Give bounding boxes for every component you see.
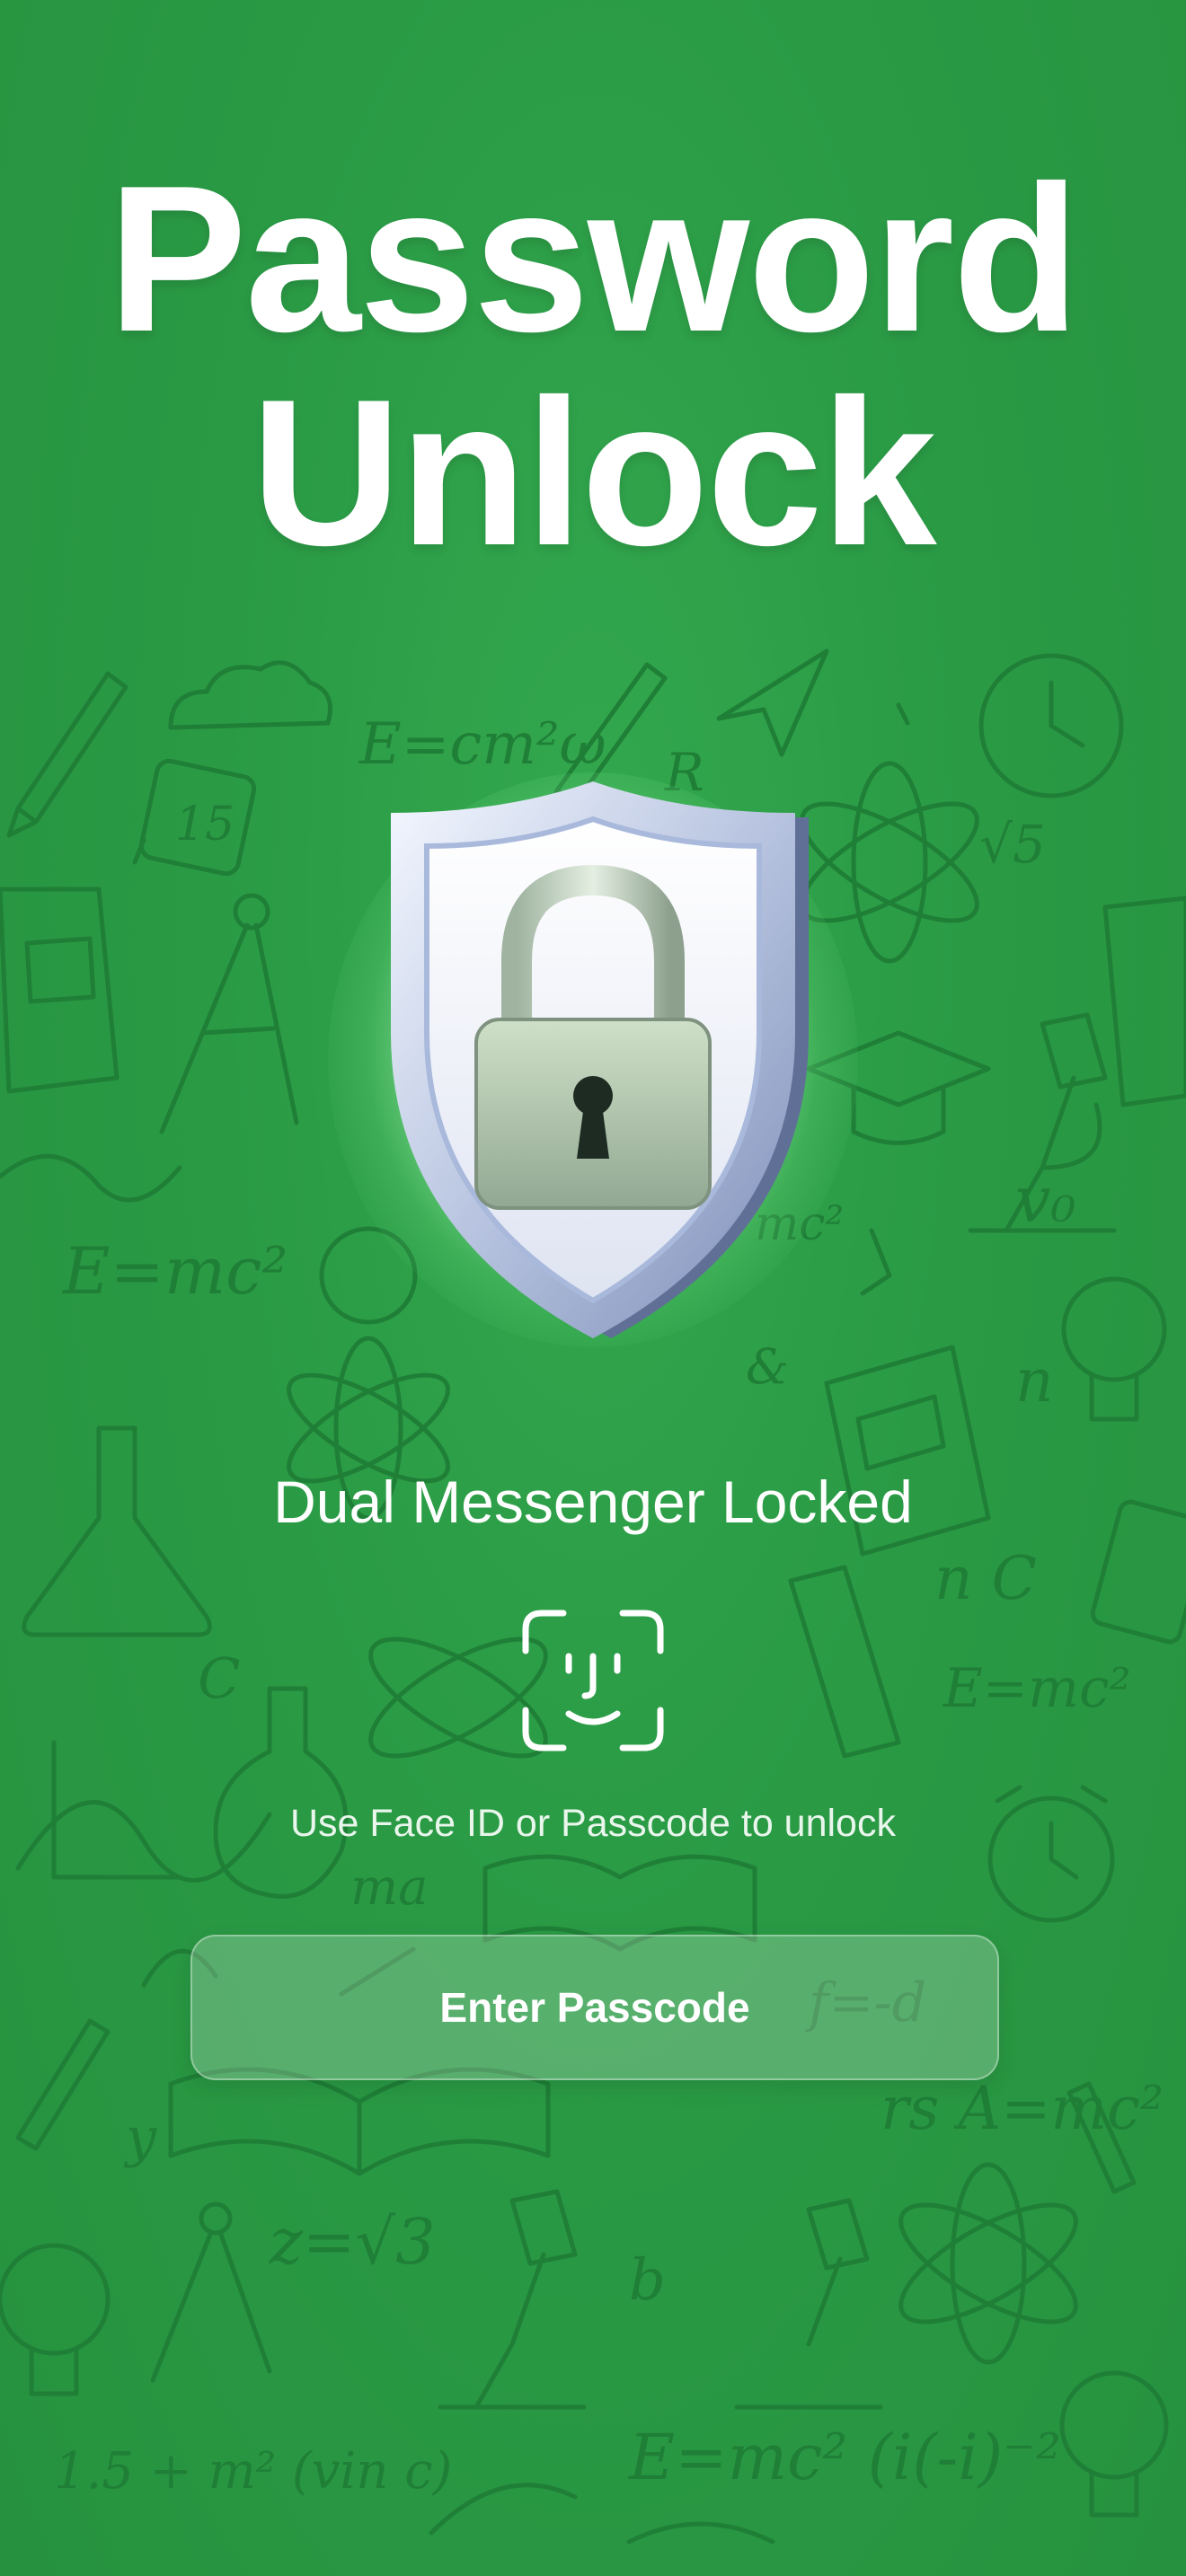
svg-text:ma: ma [350, 1858, 429, 1917]
book-doodle-icon [1102, 895, 1186, 1107]
atom-doodle-icon [898, 2162, 1078, 2365]
microscope-doodle-icon [734, 2198, 883, 2410]
pencil-doodle-icon [15, 2018, 111, 2151]
paper-plane-doodle-icon [716, 648, 829, 757]
page-title-line1: Password [108, 143, 1080, 375]
enter-passcode-button[interactable]: Enter Passcode [190, 1935, 999, 2080]
svg-text:E=mc²: E=mc² [61, 1233, 288, 1309]
book-doodle-icon [0, 887, 119, 1094]
open-book-doodle-icon [168, 2067, 551, 2176]
enter-passcode-label: Enter Passcode [439, 1984, 750, 2031]
lightbulb-doodle-icon [1061, 1276, 1167, 1422]
lightbulb-doodle-icon [1059, 2370, 1169, 2518]
compass-doodle-icon [159, 893, 299, 1134]
pencil-doodle-icon [6, 671, 128, 838]
ruler-doodle-icon [788, 1565, 901, 1759]
cloud-doodle-icon [168, 660, 332, 730]
svg-text:1.5 + m² (vin c): 1.5 + m² (vin c) [54, 2442, 452, 2501]
svg-text:E=mc² (i(-i)⁻²: E=mc² (i(-i)⁻² [627, 2421, 1061, 2494]
svg-text:rs A=mc²: rs A=mc² [881, 2074, 1164, 2143]
svg-text:√5: √5 [979, 814, 1046, 875]
locked-status-label: Dual Messenger Locked [273, 1469, 913, 1535]
svg-text:n C: n C [934, 1544, 1037, 1613]
svg-text:z=√3: z=√3 [269, 2205, 436, 2279]
svg-text:n: n [1015, 1346, 1054, 1416]
svg-text:15: 15 [175, 798, 235, 851]
page-title-line2: Unlock [251, 357, 936, 589]
compass-doodle-icon [150, 2201, 272, 2383]
flask-doodle-icon [213, 1686, 349, 1899]
lightbulb-doodle-icon [0, 2243, 111, 2396]
microscope-doodle-icon [438, 2189, 587, 2410]
clock-doodle-icon [978, 653, 1124, 798]
svg-text:y: y [123, 2106, 157, 2169]
svg-text:E=mc²: E=mc² [943, 1657, 1131, 1720]
face-id-icon[interactable] [518, 1606, 668, 1755]
shield-padlock-icon [341, 763, 845, 1356]
unlock-hint: Use Face ID or Passcode to unlock [290, 1802, 896, 1845]
svg-text:b: b [629, 2247, 666, 2314]
svg-text:C: C [198, 1645, 240, 1711]
lock-screen: E=cm²ω E=mc² E=mc² rs A=mc² E=mc² (i(-i)… [0, 0, 1186, 2576]
